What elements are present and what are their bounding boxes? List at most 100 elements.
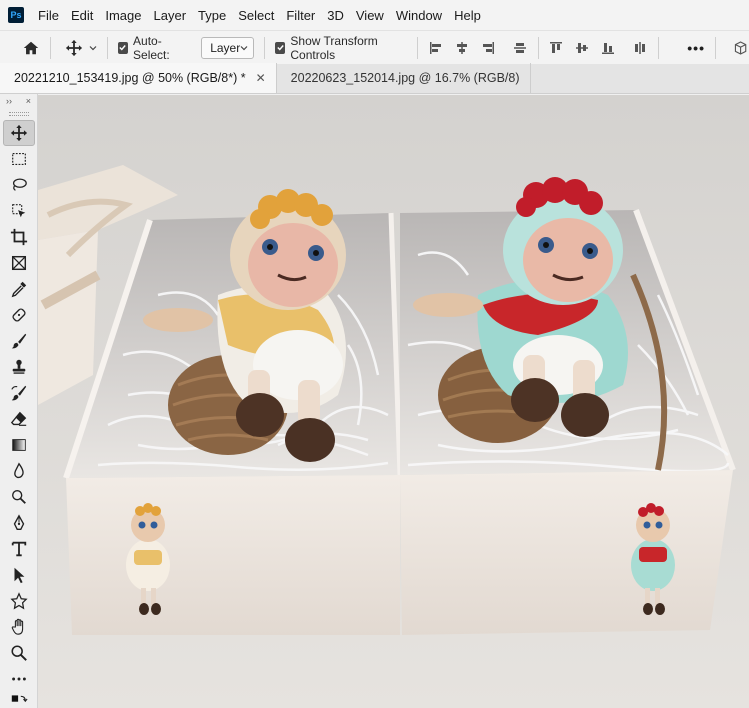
photoshop-logo-icon[interactable]: Ps	[8, 7, 24, 23]
menu-type[interactable]: Type	[198, 8, 226, 23]
tools-panel: ›› ×	[0, 94, 38, 708]
arrow-pointer-icon	[14, 567, 24, 584]
panel-grip[interactable]	[8, 112, 29, 116]
gradient-tool[interactable]	[3, 432, 35, 458]
move-tool-preset[interactable]	[65, 39, 97, 57]
eyedropper-tool[interactable]	[3, 276, 35, 302]
stamp-icon	[12, 359, 25, 374]
object-selection-icon	[11, 204, 25, 218]
history-brush-icon	[10, 385, 26, 401]
eraser-tool[interactable]	[3, 406, 35, 432]
checkmark-icon	[119, 45, 127, 51]
align-buttons	[428, 40, 528, 56]
object-selection-tool[interactable]	[3, 198, 35, 224]
align-vertical-center-icon[interactable]	[574, 40, 590, 56]
tab-label: 20220623_152014.jpg @ 16.7% (RGB/8)	[290, 71, 520, 85]
color-swap-control[interactable]	[3, 692, 35, 706]
blur-tool[interactable]	[3, 458, 35, 484]
home-icon[interactable]	[22, 38, 40, 58]
menu-3d[interactable]: 3D	[327, 8, 344, 23]
menu-window[interactable]: Window	[396, 8, 442, 23]
align-left-icon[interactable]	[428, 40, 444, 56]
align-horizontal-center-icon[interactable]	[454, 40, 470, 56]
move-icon	[65, 39, 82, 56]
move-icon	[10, 124, 27, 142]
menu-filter[interactable]: Filter	[286, 8, 315, 23]
brush-tool[interactable]	[3, 328, 35, 354]
divider	[537, 36, 539, 59]
gradient-icon	[11, 439, 26, 451]
clone-stamp-tool[interactable]	[3, 354, 35, 380]
menu-select[interactable]: Select	[238, 8, 274, 23]
divider	[106, 36, 108, 59]
more-options-button[interactable]: •••	[687, 40, 705, 56]
tools-panel-header: ›› ×	[0, 94, 37, 108]
chevron-down-icon	[240, 45, 248, 50]
frame-tool[interactable]	[3, 250, 35, 276]
brush-icon	[11, 333, 26, 349]
divider	[416, 36, 418, 59]
hand-tool[interactable]	[3, 614, 35, 640]
crop-tool[interactable]	[3, 224, 35, 250]
crop-icon	[10, 228, 27, 246]
tab-document-1[interactable]: 20221210_153419.jpg @ 50% (RGB/8*) * ✕	[0, 63, 277, 93]
photo-canvas	[38, 95, 749, 708]
zoom-icon	[10, 645, 27, 661]
3d-mode-icon[interactable]	[732, 38, 749, 58]
auto-select-target-dropdown[interactable]: Layer	[201, 36, 255, 59]
dodge-tool[interactable]	[3, 484, 35, 510]
lasso-icon	[12, 178, 27, 191]
tab-document-2[interactable]: 20220623_152014.jpg @ 16.7% (RGB/8)	[277, 63, 531, 93]
close-icon[interactable]: ✕	[256, 71, 266, 85]
distribute-horizontal-icon[interactable]	[512, 40, 528, 56]
healing-brush-tool[interactable]	[3, 302, 35, 328]
document-canvas[interactable]	[38, 95, 749, 708]
menu-help[interactable]: Help	[454, 8, 481, 23]
custom-shape-icon	[9, 592, 28, 610]
align-right-icon[interactable]	[480, 40, 496, 56]
marquee-tool[interactable]	[3, 146, 35, 172]
dodge-icon	[11, 490, 26, 504]
show-transform-label: Show Transform Controls	[290, 33, 378, 62]
collapse-panel-button[interactable]: ››	[6, 96, 12, 106]
lasso-tool[interactable]	[3, 172, 35, 198]
chevron-down-icon	[89, 45, 97, 50]
auto-select-label: Auto-Select:	[133, 33, 170, 62]
close-panel-button[interactable]: ×	[26, 96, 31, 106]
align-top-icon[interactable]	[548, 40, 564, 56]
frame-icon	[11, 255, 26, 271]
eyedropper-icon	[11, 281, 26, 298]
shape-tool[interactable]	[3, 588, 35, 614]
zoom-tool[interactable]	[3, 640, 35, 666]
rectangle-marquee-icon	[11, 153, 26, 165]
align-bottom-icon[interactable]	[600, 40, 616, 56]
menu-file[interactable]: File	[38, 8, 59, 23]
menu-view[interactable]: View	[356, 8, 384, 23]
swap-colors-icon	[11, 695, 28, 703]
show-transform-checkbox[interactable]	[275, 41, 286, 54]
auto-select-checkbox[interactable]	[117, 41, 129, 54]
menu-edit[interactable]: Edit	[71, 8, 93, 23]
tab-label: 20221210_153419.jpg @ 50% (RGB/8*) *	[14, 71, 246, 85]
menu-layer[interactable]: Layer	[154, 8, 187, 23]
type-icon	[11, 541, 26, 557]
divider	[50, 36, 51, 59]
pen-tool[interactable]	[3, 510, 35, 536]
divider	[658, 36, 660, 59]
ellipsis-icon	[11, 677, 26, 681]
hand-icon	[11, 618, 23, 635]
blur-drop-icon	[13, 462, 24, 479]
checkmark-icon	[277, 45, 284, 51]
type-tool[interactable]	[3, 536, 35, 562]
history-brush-tool[interactable]	[3, 380, 35, 406]
pen-icon	[13, 514, 24, 530]
more-tools-button[interactable]	[3, 666, 35, 692]
menu-bar: Ps File Edit Image Layer Type Select Fil…	[0, 0, 749, 30]
bandage-icon	[11, 308, 26, 322]
move-tool[interactable]	[2, 120, 35, 146]
align-vertical-buttons	[548, 40, 648, 56]
menu-image[interactable]: Image	[105, 8, 141, 23]
path-selection-tool[interactable]	[3, 562, 35, 588]
distribute-vertical-icon[interactable]	[632, 40, 648, 56]
auto-select-target-value: Layer	[210, 40, 241, 55]
